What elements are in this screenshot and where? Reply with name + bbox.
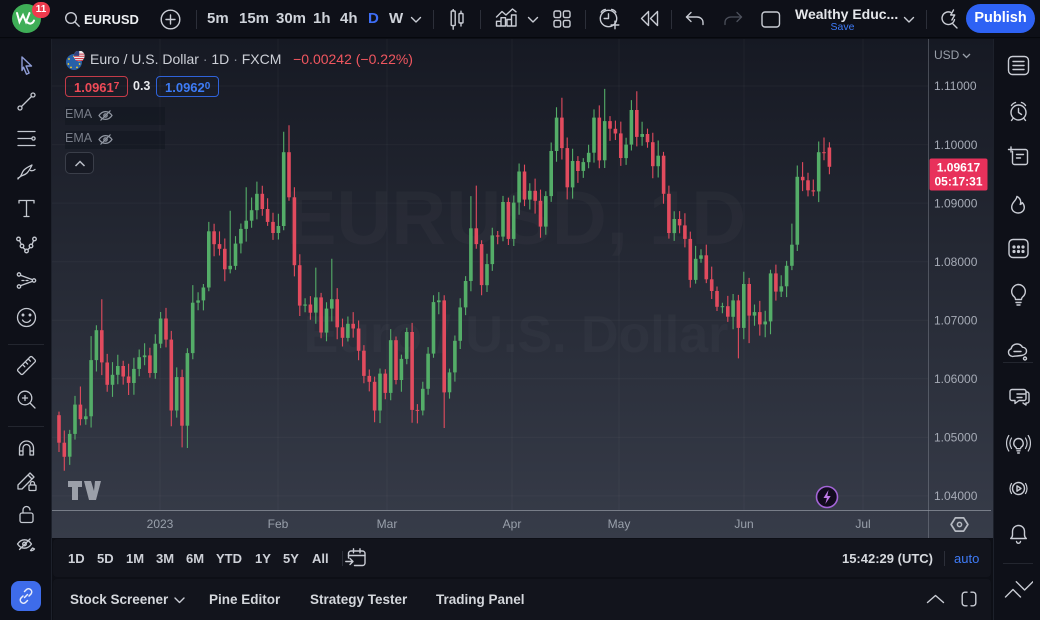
svg-text:Jul: Jul [855,517,870,531]
svg-text:Mar: Mar [377,517,398,531]
svg-text:Apr: Apr [503,517,522,531]
svg-text:1.04000: 1.04000 [934,489,978,503]
svg-text:USD: USD [934,48,960,62]
svg-text:2023: 2023 [147,517,174,531]
svg-text:1.11000: 1.11000 [934,79,977,93]
svg-text:1.07000: 1.07000 [934,313,978,327]
svg-text:1.08000: 1.08000 [934,255,978,269]
svg-text:Jun: Jun [734,517,753,531]
svg-text:1.09617: 1.09617 [937,161,981,175]
svg-text:EURUSD, 1D: EURUSD, 1D [286,176,746,261]
svg-text:May: May [608,517,631,531]
svg-text:Feb: Feb [268,517,289,531]
svg-text:1.10000: 1.10000 [934,138,978,152]
svg-text:1.05000: 1.05000 [934,431,978,445]
svg-text:Euro / U.S. Dollar: Euro / U.S. Dollar [304,306,729,364]
svg-text:1.06000: 1.06000 [934,372,978,386]
svg-text:1.09000: 1.09000 [934,196,978,210]
svg-text:05:17:31: 05:17:31 [934,175,982,189]
